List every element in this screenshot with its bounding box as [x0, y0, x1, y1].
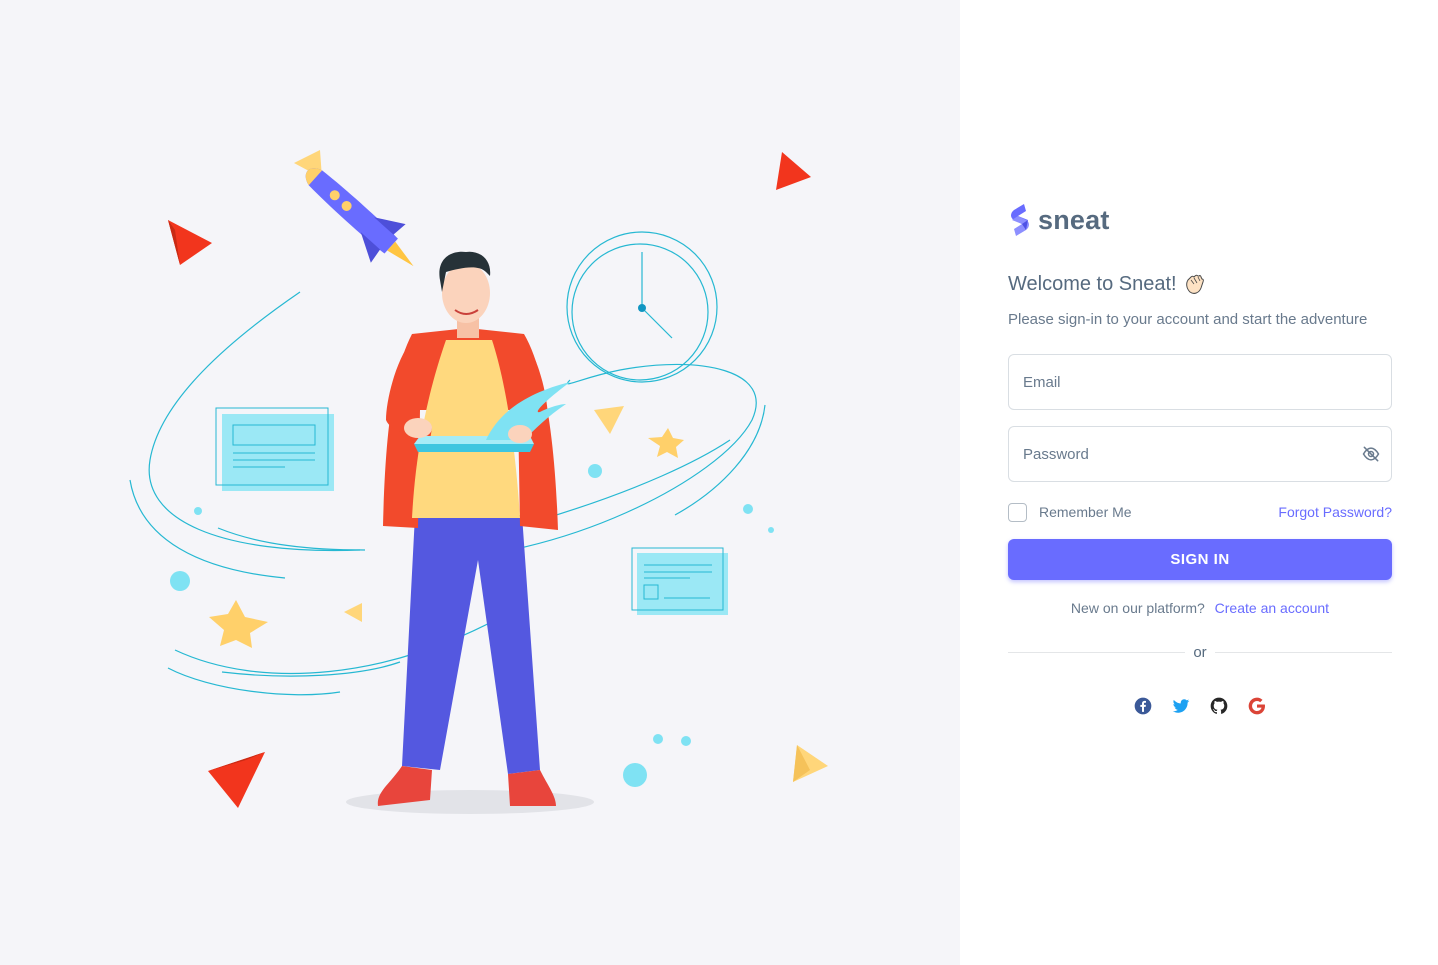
forgot-password-link[interactable]: Forgot Password?: [1278, 504, 1392, 520]
email-input[interactable]: [1009, 355, 1391, 409]
screen-card-left: [215, 407, 334, 491]
github-icon[interactable]: [1209, 696, 1229, 716]
password-field-wrapper: [1008, 426, 1392, 482]
register-row: New on our platform? Create an account: [1008, 600, 1392, 616]
divider-text: or: [1193, 643, 1207, 661]
divider-line-left: [1008, 651, 1186, 653]
divider-line-right: [1214, 651, 1392, 653]
or-divider: or: [1008, 642, 1392, 662]
options-row: Remember Me Forgot Password?: [1008, 502, 1392, 522]
login-form: sneat Welcome to Sneat! Please sign-in t…: [1008, 200, 1392, 716]
illustration-panel: [0, 0, 960, 965]
rocket-graphic: [305, 168, 414, 267]
clock-graphic: [566, 231, 718, 383]
facebook-icon[interactable]: [1133, 696, 1153, 716]
sneat-logo-icon: [1011, 204, 1029, 236]
password-input[interactable]: [1009, 427, 1391, 481]
waving-hand-icon: [1183, 272, 1207, 296]
brand: sneat: [1008, 200, 1392, 240]
welcome-title: Welcome to Sneat!: [1008, 272, 1177, 295]
login-panel: sneat Welcome to Sneat! Please sign-in t…: [960, 0, 1438, 965]
welcome-heading: Welcome to Sneat!: [1008, 270, 1392, 298]
login-illustration: [129, 150, 828, 814]
brand-name: sneat: [1038, 204, 1110, 235]
create-account-link[interactable]: Create an account: [1215, 600, 1329, 616]
remember-me-checkbox[interactable]: [1008, 502, 1027, 522]
email-field-wrapper: [1008, 354, 1392, 410]
register-prompt: New on our platform?: [1070, 600, 1205, 616]
social-login-buttons: [1008, 696, 1392, 716]
remember-me-label: Remember Me: [1039, 504, 1132, 520]
person-graphic: [377, 251, 570, 806]
screen-card-right: [631, 547, 728, 615]
welcome-subtitle: Please sign-in to your account and start…: [1008, 311, 1368, 328]
eye-off-icon[interactable]: [1361, 444, 1381, 464]
twitter-icon[interactable]: [1171, 696, 1191, 716]
sign-in-button[interactable]: SIGN IN: [1008, 539, 1392, 580]
google-icon[interactable]: [1247, 696, 1267, 716]
remember-me: Remember Me: [1008, 502, 1132, 522]
